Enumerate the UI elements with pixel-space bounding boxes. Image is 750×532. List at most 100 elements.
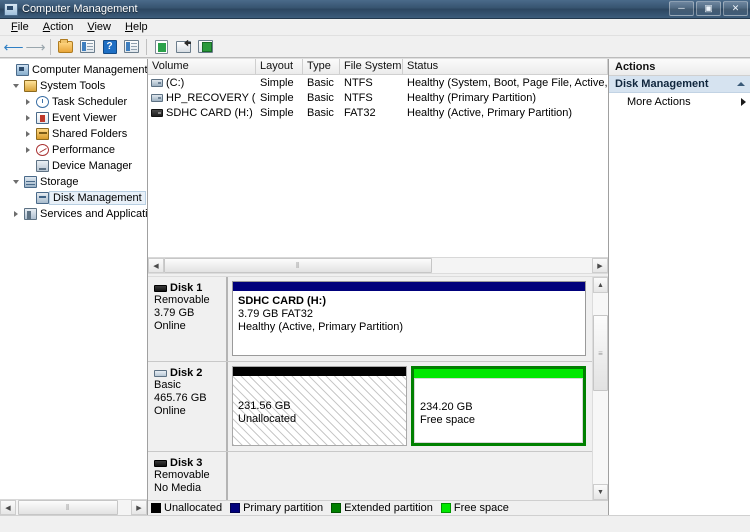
- disk-view-vertical-scrollbar[interactable]: ▲ ≡ ▼: [592, 277, 608, 500]
- forward-icon[interactable]: ⟶: [25, 37, 46, 57]
- cell-file-system: NTFS: [344, 91, 373, 104]
- tree-item-event-viewer[interactable]: Event Viewer: [2, 110, 147, 126]
- scroll-thumb[interactable]: ‖: [164, 258, 432, 273]
- console-tree: Computer Management (Local) System Tools…: [0, 59, 147, 499]
- show-hide-tree-icon[interactable]: [77, 37, 98, 57]
- disk-title: Disk 1: [154, 282, 222, 294]
- disk-list: Disk 1 Removable 3.79 GB Online SDHC CAR…: [148, 277, 592, 500]
- scroll-left-arrow-icon[interactable]: ◀: [0, 500, 16, 515]
- legend-item-extended-partition: Extended partition: [331, 502, 433, 514]
- cell-status: Healthy (Primary Partition): [407, 91, 536, 104]
- disk-partitions: [228, 452, 592, 500]
- column-header-layout[interactable]: Layout: [256, 59, 303, 74]
- chevron-up-icon[interactable]: [737, 82, 745, 86]
- disk-row[interactable]: Disk 3 Removable No Media: [148, 452, 592, 500]
- help-icon[interactable]: ?: [99, 37, 120, 57]
- export-list-icon[interactable]: [173, 37, 194, 57]
- tree-item-label: Task Scheduler: [52, 96, 128, 108]
- scroll-track[interactable]: ≡: [593, 293, 608, 484]
- refresh-icon[interactable]: [151, 37, 172, 57]
- partition-free-space[interactable]: 234.20 GB Free space: [410, 366, 586, 446]
- scroll-left-arrow-icon[interactable]: ◀: [148, 258, 164, 273]
- scroll-right-arrow-icon[interactable]: ▶: [592, 258, 608, 273]
- shared-folders-icon: [34, 128, 50, 140]
- tree-twisty-closed[interactable]: [22, 147, 34, 153]
- tree-twisty-closed[interactable]: [22, 115, 34, 121]
- disk-row[interactable]: Disk 1 Removable 3.79 GB Online SDHC CAR…: [148, 277, 592, 362]
- partition-sdhc-card[interactable]: SDHC CARD (H:) 3.79 GB FAT32 Healthy (Ac…: [232, 281, 586, 356]
- cell-status: Healthy (Active, Primary Partition): [407, 106, 573, 119]
- tree-item-system-tools[interactable]: System Tools: [2, 78, 147, 94]
- volume-list-horizontal-scrollbar[interactable]: ◀ ‖ ▶: [148, 257, 608, 273]
- tree-twisty-closed[interactable]: [10, 211, 22, 217]
- disk-graphical-view: Disk 1 Removable 3.79 GB Online SDHC CAR…: [148, 277, 608, 500]
- disk-name: Disk 3: [170, 457, 203, 469]
- menu-view[interactable]: View: [80, 20, 118, 34]
- disk-title: Disk 2: [154, 367, 222, 379]
- storage-icon: [22, 176, 38, 188]
- column-header-volume[interactable]: Volume: [148, 59, 256, 74]
- tree-item-disk-management[interactable]: Disk Management: [2, 190, 147, 206]
- performance-icon: [34, 144, 50, 156]
- column-header-status[interactable]: Status: [403, 59, 608, 74]
- scroll-down-arrow-icon[interactable]: ▼: [593, 484, 608, 500]
- scroll-up-arrow-icon[interactable]: ▲: [593, 277, 608, 293]
- tree-twisty-open[interactable]: [10, 84, 22, 88]
- tree-item-label: Device Manager: [52, 160, 133, 172]
- partition-size: 231.56 GB: [238, 400, 291, 412]
- partition-size: 3.79 GB FAT32: [238, 308, 314, 320]
- tree-item-device-manager[interactable]: Device Manager: [2, 158, 147, 174]
- removable-disk-icon: [151, 108, 163, 117]
- tree-item-label: Shared Folders: [52, 128, 128, 140]
- table-row[interactable]: (C:) Simple Basic NTFS Healthy (System, …: [148, 75, 608, 90]
- scroll-right-arrow-icon[interactable]: ▶: [131, 500, 147, 515]
- show-hide-actions-icon[interactable]: [121, 37, 142, 57]
- event-viewer-icon: [34, 112, 50, 124]
- scroll-track[interactable]: ‖: [164, 258, 592, 273]
- tree-item-computer-management[interactable]: Computer Management (Local): [2, 62, 147, 78]
- legend-item-free-space: Free space: [440, 502, 509, 514]
- hard-disk-icon: [151, 93, 163, 102]
- minimize-button[interactable]: ─: [669, 1, 694, 16]
- table-row[interactable]: HP_RECOVERY (D:) Simple Basic NTFS Healt…: [148, 90, 608, 105]
- partition-size: 234.20 GB: [419, 401, 473, 413]
- table-row[interactable]: SDHC CARD (H:) Simple Basic FAT32 Health…: [148, 105, 608, 120]
- action-more-actions[interactable]: More Actions: [609, 93, 750, 110]
- disk-title: Disk 3: [154, 457, 222, 469]
- tree-item-services-and-applications[interactable]: Services and Applications: [2, 206, 147, 222]
- tree-item-storage[interactable]: Storage: [2, 174, 147, 190]
- back-icon[interactable]: ⟵: [3, 37, 24, 57]
- actions-group-disk-management[interactable]: Disk Management: [609, 76, 750, 93]
- up-folder-icon[interactable]: [55, 37, 76, 57]
- close-button[interactable]: ✕: [723, 1, 748, 16]
- column-header-file-system[interactable]: File System: [340, 59, 403, 74]
- menu-action[interactable]: Action: [36, 20, 81, 34]
- chevron-right-icon: [741, 97, 746, 106]
- maximize-button[interactable]: ▣: [696, 1, 721, 16]
- properties-icon[interactable]: [195, 37, 216, 57]
- disk-capacity: 465.76 GB: [154, 392, 207, 404]
- scroll-track[interactable]: ‖: [16, 500, 131, 515]
- menu-help[interactable]: Help: [118, 20, 155, 34]
- tree-twisty-open[interactable]: [10, 180, 22, 184]
- tree-horizontal-scrollbar[interactable]: ◀ ‖ ▶: [0, 499, 147, 515]
- tree-item-shared-folders[interactable]: Shared Folders: [2, 126, 147, 142]
- menu-file[interactable]: File: [4, 20, 36, 34]
- cell-file-system: FAT32: [344, 106, 376, 119]
- tree-item-performance[interactable]: Performance: [2, 142, 147, 158]
- column-header-type[interactable]: Type: [303, 59, 340, 74]
- cell-volume: HP_RECOVERY (D:): [166, 91, 256, 104]
- legend-label: Unallocated: [164, 502, 223, 514]
- toolbar-separator-2: [146, 38, 147, 55]
- status-bar: [0, 515, 750, 532]
- scroll-thumb[interactable]: ‖: [18, 500, 118, 515]
- scroll-thumb[interactable]: ≡: [593, 315, 608, 391]
- tree-twisty-closed[interactable]: [22, 131, 34, 137]
- partition-unallocated[interactable]: 231.56 GB Unallocated: [232, 366, 407, 446]
- tree-item-task-scheduler[interactable]: Task Scheduler: [2, 94, 147, 110]
- disk-row[interactable]: Disk 2 Basic 465.76 GB Online 231.56 GB …: [148, 362, 592, 452]
- legend-swatch-unallocated: [151, 503, 161, 513]
- disk-partitions: 231.56 GB Unallocated 234.20 GB Free spa…: [228, 362, 592, 451]
- tree-twisty-closed[interactable]: [22, 99, 34, 105]
- cell-volume: (C:): [166, 76, 185, 89]
